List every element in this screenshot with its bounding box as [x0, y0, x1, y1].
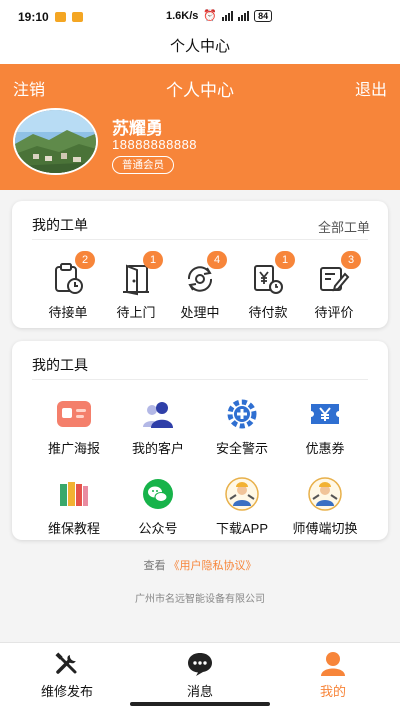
tool-maintenance-tutorial[interactable]: 维保教程 — [29, 477, 119, 537]
notification-icon — [71, 12, 83, 22]
tab-repair-publish[interactable]: 维修发布 — [12, 651, 122, 700]
home-indicator[interactable] — [130, 702, 270, 706]
customers-icon — [139, 397, 177, 431]
tool-label: 下载APP — [215, 521, 268, 536]
count-badge: 1 — [143, 251, 163, 269]
page-title: 个人中心 — [0, 34, 400, 64]
wechat-icon — [139, 477, 177, 511]
user-name: 苏耀勇 — [112, 119, 163, 138]
tool-label: 安全警示 — [215, 441, 268, 456]
order-pending-payment[interactable]: 1 待付款 — [233, 251, 303, 321]
tool-promo-poster[interactable]: 推广海报 — [29, 397, 119, 457]
tab-label: 我的 — [319, 684, 346, 699]
order-label: 待评价 — [314, 305, 354, 320]
tool-switch-to-worker[interactable]: 师傅端切换 — [280, 477, 370, 537]
clipboard-clock-icon: 2 — [51, 251, 95, 296]
orders-card: 我的工单 全部工单 2 待接单 1 待上门 4 处理中 1 待付款 3 待评价 — [12, 201, 388, 328]
user-phone: 18888888888 — [112, 137, 198, 152]
coupon-yen-icon — [306, 397, 344, 431]
tool-official-account[interactable]: 公众号 — [113, 477, 203, 537]
orders-title: 我的工单 — [32, 217, 88, 233]
tools-title: 我的工具 — [32, 357, 88, 373]
status-time: 19:10 — [18, 10, 49, 24]
tab-label: 消息 — [186, 684, 213, 699]
alarm-icon: ⏰ — [203, 10, 218, 22]
tool-label: 公众号 — [138, 521, 178, 536]
tool-coupons[interactable]: 优惠券 — [280, 397, 370, 457]
member-badge: 普通会员 — [112, 156, 174, 174]
network-speed: 1.6K/s — [166, 9, 199, 22]
tool-my-customers[interactable]: 我的客户 — [113, 397, 203, 457]
tool-safety-warning[interactable]: 安全警示 — [197, 397, 287, 457]
message-icon — [186, 651, 214, 677]
divider — [32, 379, 368, 380]
agreement-prefix: 查看 — [143, 560, 166, 572]
company-name: 广州市名远智能设备有限公司 — [135, 594, 265, 605]
tool-label: 推广海报 — [47, 441, 100, 456]
tab-label: 维修发布 — [40, 684, 93, 699]
id-card-icon — [55, 397, 93, 431]
count-badge: 1 — [275, 251, 295, 269]
count-badge: 4 — [207, 251, 227, 269]
order-label: 待接单 — [48, 305, 88, 320]
divider — [32, 239, 368, 240]
signal-icon — [222, 10, 234, 21]
logout-account-button[interactable]: 注销 — [13, 76, 45, 100]
bottom-tab-bar: 维修发布 消息 我的 — [0, 642, 400, 711]
tools-card: 我的工具 推广海报 我的客户 安全警示 优惠券 维保教程 公众号 下载APP 师… — [12, 341, 388, 540]
worker-avatar-icon — [306, 477, 344, 511]
order-pending-accept[interactable]: 2 待接单 — [33, 251, 103, 321]
all-orders-link[interactable]: 全部工单 — [318, 217, 370, 236]
gear-refresh-icon: 4 — [183, 251, 227, 296]
order-label: 待付款 — [248, 305, 288, 320]
order-pending-review[interactable]: 3 待评价 — [299, 251, 369, 321]
count-badge: 3 — [341, 251, 361, 269]
user-icon — [319, 651, 347, 677]
tool-label: 维保教程 — [47, 521, 100, 536]
safety-gear-icon — [223, 397, 261, 431]
order-label: 处理中 — [180, 305, 220, 320]
avatar[interactable] — [13, 108, 98, 175]
door-icon: 1 — [119, 251, 163, 296]
status-bar: 19:10 1.6K/s ⏰ 84 — [0, 0, 400, 34]
battery-icon: 84 — [254, 9, 273, 22]
tool-label: 师傅端切换 — [292, 521, 358, 536]
signal-icon — [238, 10, 250, 21]
edit-note-icon: 3 — [317, 251, 361, 296]
tools-icon — [53, 651, 81, 677]
tab-messages[interactable]: 消息 — [145, 651, 255, 700]
agreement-line: 查看 《用户隐私协议》 — [0, 557, 400, 573]
order-label: 待上门 — [116, 305, 156, 320]
count-badge: 2 — [75, 251, 95, 269]
order-processing[interactable]: 4 处理中 — [165, 251, 235, 321]
tool-label: 我的客户 — [131, 441, 184, 456]
order-pending-visit[interactable]: 1 待上门 — [101, 251, 171, 321]
exit-button[interactable]: 退出 — [355, 76, 387, 100]
privacy-agreement-link[interactable]: 《用户隐私协议》 — [169, 560, 257, 572]
books-icon — [55, 477, 93, 511]
tab-mine[interactable]: 我的 — [278, 651, 388, 700]
invoice-yen-icon: 1 — [251, 251, 295, 296]
profile-header: 注销 个人中心 退出 苏耀勇 18888888888 普通会员 — [0, 64, 400, 190]
tool-label: 优惠券 — [305, 441, 345, 456]
avatar-landscape-image — [15, 110, 96, 173]
header-title: 个人中心 — [166, 81, 234, 100]
worker-avatar-icon — [223, 477, 261, 511]
tool-download-app[interactable]: 下载APP — [197, 477, 287, 537]
notification-icon — [54, 12, 66, 22]
